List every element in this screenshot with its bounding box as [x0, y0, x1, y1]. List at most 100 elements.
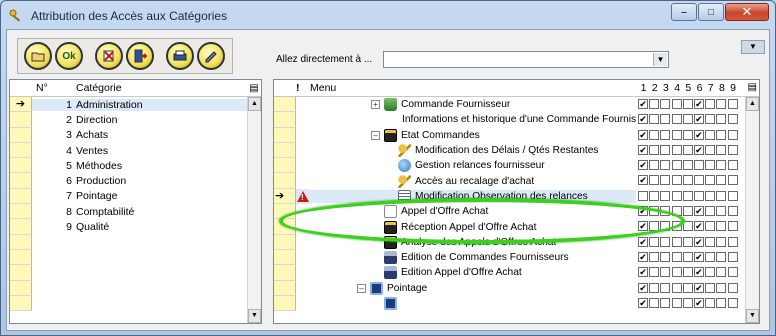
level-checkbox[interactable]: ✔: [693, 282, 704, 293]
collapse-icon[interactable]: –: [371, 130, 380, 140]
level-checkbox[interactable]: [682, 129, 693, 140]
level-checkbox[interactable]: [649, 206, 660, 217]
level-checkbox[interactable]: [660, 190, 671, 201]
level-checkbox[interactable]: [716, 236, 727, 247]
level-checkbox[interactable]: [671, 144, 682, 155]
column-picker-icon[interactable]: ▤: [247, 83, 261, 94]
menu-row[interactable]: Accès au recalage d'achat ✔: [274, 173, 759, 189]
edit-button[interactable]: [197, 42, 225, 70]
menu-label-cell[interactable]: Réception Appel d'Offre Achat: [310, 220, 636, 234]
level-checkbox[interactable]: ✔: [638, 99, 648, 109]
open-folder-button[interactable]: [24, 42, 52, 70]
ok-button[interactable]: Ok: [55, 42, 83, 70]
level-checkbox[interactable]: [705, 129, 716, 140]
level-checkbox[interactable]: [649, 267, 660, 278]
level-checkbox[interactable]: [716, 114, 727, 125]
level-checkbox[interactable]: ✔: [693, 114, 704, 125]
level-checkbox[interactable]: [705, 282, 716, 293]
level-checkbox[interactable]: [705, 99, 716, 109]
level-checkbox[interactable]: [682, 160, 693, 171]
menu-row[interactable]: Edition Appel d'Offre Achat ✔ ✔: [274, 265, 759, 281]
menu-row[interactable]: Modification des Délais / Qtés Restantes…: [274, 142, 759, 159]
menu-label-cell[interactable]: Informations et historique d'une Command…: [310, 113, 636, 126]
level-checkbox[interactable]: [638, 190, 648, 201]
level-checkbox[interactable]: [727, 206, 738, 217]
level-checkbox[interactable]: [649, 175, 660, 186]
menu-label-cell[interactable]: Edition Appel d'Offre Achat: [310, 266, 636, 280]
level-checkbox[interactable]: [705, 236, 716, 247]
categories-scrollbar[interactable]: ▲ ▼: [247, 97, 261, 323]
menu-label-cell[interactable]: Analyse des Appels d'Offres Achat: [310, 235, 636, 249]
level-checkbox[interactable]: [671, 251, 682, 262]
goto-combobox[interactable]: ▼: [383, 51, 669, 68]
level-column-header[interactable]: 4: [672, 82, 683, 94]
level-checkbox[interactable]: [727, 175, 738, 186]
level-checkbox[interactable]: [671, 160, 682, 171]
level-column-header[interactable]: 3: [660, 82, 671, 94]
category-row[interactable]: [10, 234, 261, 250]
level-checkbox[interactable]: [716, 144, 727, 155]
level-checkbox[interactable]: [705, 114, 716, 125]
level-checkbox[interactable]: ✔: [638, 236, 648, 247]
level-checkbox[interactable]: [705, 160, 716, 171]
row-marker[interactable]: [10, 265, 32, 281]
level-checkbox[interactable]: [716, 175, 727, 186]
level-checkbox[interactable]: [705, 206, 716, 217]
level-checkbox[interactable]: [716, 160, 727, 171]
level-checkbox[interactable]: ✔: [693, 251, 704, 262]
menu-label-cell[interactable]: Edition de Commandes Fournisseurs: [310, 251, 636, 265]
level-checkbox[interactable]: [682, 267, 693, 278]
row-marker[interactable]: [10, 204, 32, 220]
column-header-menu[interactable]: Menu: [310, 82, 638, 94]
category-row[interactable]: 4 Ventes: [10, 142, 261, 159]
row-marker[interactable]: [274, 97, 296, 113]
row-marker[interactable]: [10, 173, 32, 189]
level-checkbox[interactable]: [682, 144, 693, 155]
level-checkbox[interactable]: [705, 190, 716, 201]
scroll-down-icon[interactable]: ▼: [746, 309, 759, 323]
level-checkbox[interactable]: ✔: [638, 206, 648, 217]
level-checkbox[interactable]: ✔: [693, 297, 704, 308]
level-checkbox[interactable]: [649, 221, 660, 232]
level-checkbox[interactable]: [660, 297, 671, 308]
level-checkbox[interactable]: ✔: [693, 267, 704, 278]
chevron-down-icon[interactable]: ▼: [653, 53, 667, 66]
level-checkbox[interactable]: [660, 236, 671, 247]
close-button[interactable]: ✕: [725, 3, 769, 21]
row-marker[interactable]: [274, 112, 296, 128]
level-column-header[interactable]: 6: [694, 82, 705, 94]
level-checkbox[interactable]: [727, 144, 738, 155]
row-marker[interactable]: [274, 265, 296, 281]
menu-row[interactable]: ➔ Modification Observation des relances: [274, 188, 759, 205]
level-checkbox[interactable]: [693, 160, 704, 171]
menu-label-cell[interactable]: – Etat Commandes: [310, 128, 636, 142]
category-row[interactable]: [10, 265, 261, 281]
row-marker[interactable]: [10, 188, 32, 205]
level-checkbox[interactable]: [727, 251, 738, 262]
level-checkbox[interactable]: [682, 236, 693, 247]
level-checkbox[interactable]: [660, 267, 671, 278]
row-marker[interactable]: ➔: [10, 97, 32, 113]
level-checkbox[interactable]: ✔: [638, 144, 648, 155]
level-checkbox[interactable]: [660, 282, 671, 293]
minimize-button[interactable]: –: [671, 3, 697, 21]
menu-row[interactable]: – Pointage ✔ ✔: [274, 280, 759, 296]
level-checkbox[interactable]: [682, 221, 693, 232]
row-marker[interactable]: [10, 219, 32, 235]
level-checkbox[interactable]: [671, 267, 682, 278]
maximize-button[interactable]: □: [698, 3, 724, 21]
level-checkbox[interactable]: [660, 206, 671, 217]
menu-label-cell[interactable]: Modification Observation des relances: [310, 189, 636, 203]
menu-label-cell[interactable]: Modification des Délais / Qtés Restantes: [310, 144, 636, 158]
level-checkbox[interactable]: [727, 129, 738, 140]
level-checkbox[interactable]: [682, 99, 693, 109]
level-column-header[interactable]: 9: [728, 82, 739, 94]
print-button[interactable]: [166, 42, 194, 70]
row-marker[interactable]: [274, 219, 296, 235]
category-row[interactable]: ➔ 1 Administration: [10, 97, 261, 113]
level-checkbox[interactable]: ✔: [693, 129, 704, 140]
level-checkbox[interactable]: [671, 297, 682, 308]
level-checkbox[interactable]: [705, 175, 716, 186]
level-checkbox[interactable]: ✔: [638, 221, 648, 232]
level-column-header[interactable]: 5: [683, 82, 694, 94]
